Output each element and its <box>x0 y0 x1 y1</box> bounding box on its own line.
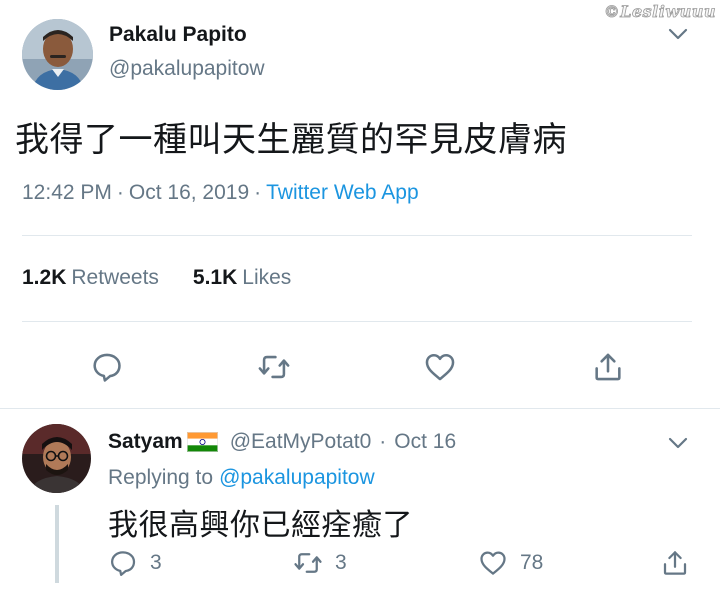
author-name[interactable]: Pakalu Papito <box>109 23 247 47</box>
likes-label: Likes <box>242 266 292 289</box>
reply-date[interactable]: Oct 16 <box>394 430 456 454</box>
retweet-icon[interactable] <box>257 350 291 384</box>
share-icon <box>663 551 687 575</box>
likes-stat[interactable]: 5.1K Likes <box>193 266 291 289</box>
separator: · <box>254 181 262 204</box>
heart-icon <box>480 551 506 575</box>
divider <box>0 408 720 409</box>
tweet-source-link[interactable]: Twitter Web App <box>266 181 419 204</box>
separator: · <box>379 430 387 453</box>
retweet-icon <box>294 553 322 573</box>
retweets-label: Retweets <box>71 266 159 289</box>
author-avatar[interactable] <box>22 19 93 90</box>
separator: · <box>116 181 124 204</box>
replying-to-label: Replying to <box>108 466 214 489</box>
share-icon[interactable] <box>591 350 625 384</box>
reply-share-button[interactable] <box>660 548 690 578</box>
chevron-down-icon[interactable] <box>666 24 690 44</box>
reply-reply-button[interactable]: 3 <box>108 548 162 578</box>
reply-header: Satyam @EatMyPotat0 · Oct 16 <box>108 430 456 454</box>
reply-author-handle[interactable]: @EatMyPotat0 <box>230 430 372 454</box>
tweet-time[interactable]: 12:42 PM <box>22 181 112 204</box>
reply-author-name[interactable]: Satyam <box>108 430 183 454</box>
tweet-timestamp: 12:42 PM · Oct 16, 2019 · Twitter Web App <box>22 181 419 205</box>
author-handle[interactable]: @pakalupapitow <box>109 57 265 81</box>
divider <box>22 235 692 236</box>
like-count: 78 <box>520 551 544 574</box>
tweet-date[interactable]: Oct 16, 2019 <box>129 181 249 204</box>
reply-text: 我很高興你已經痊癒了 <box>108 508 413 543</box>
reply-like-button[interactable]: 78 <box>478 548 543 578</box>
heart-icon[interactable] <box>423 350 457 384</box>
reply-icon[interactable] <box>90 350 124 384</box>
likes-count: 5.1K <box>192 266 238 289</box>
tweet-screenshot: ©Lesliwuuu Pakalu Papito @pakalupapitow … <box>0 0 720 604</box>
reply-retweet-button[interactable]: 3 <box>293 548 347 578</box>
replying-to: Replying to @pakalupapitow <box>108 466 375 490</box>
main-tweet: Pakalu Papito @pakalupapitow 我得了一種叫天生麗質的… <box>0 0 720 408</box>
retweets-stat[interactable]: 1.2K Retweets <box>22 266 159 289</box>
retweets-count: 1.2K <box>22 266 67 289</box>
thread-line <box>55 505 59 583</box>
reply-author-avatar[interactable] <box>22 424 91 493</box>
replying-to-mention[interactable]: @pakalupapitow <box>219 466 375 489</box>
chevron-down-icon[interactable] <box>666 433 690 453</box>
tweet-text: 我得了一種叫天生麗質的罕見皮膚病 <box>15 120 567 160</box>
india-flag-icon <box>186 432 218 452</box>
retweet-count: 3 <box>335 551 347 574</box>
divider <box>22 321 692 322</box>
tweet-stats: 1.2K Retweets 5.1K Likes <box>22 266 291 290</box>
reply-count: 3 <box>150 551 162 574</box>
reply-icon <box>111 551 136 576</box>
